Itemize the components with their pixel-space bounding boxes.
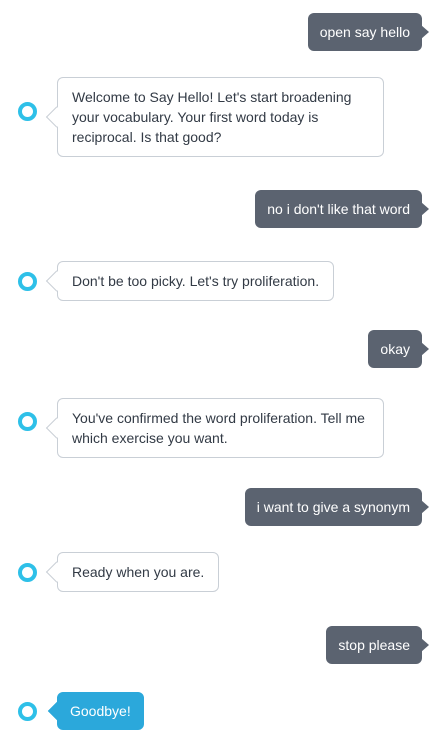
user-message-row: okay bbox=[368, 330, 422, 368]
alexa-message-bubble: Welcome to Say Hello! Let's start broade… bbox=[57, 77, 384, 157]
alexa-message-bubble: Ready when you are. bbox=[57, 552, 220, 592]
chat-transcript: open say hello Welcome to Say Hello! Let… bbox=[0, 0, 432, 736]
user-message-bubble: okay bbox=[368, 330, 422, 368]
user-message-bubble: open say hello bbox=[307, 13, 422, 51]
alexa-ring-icon bbox=[18, 101, 37, 121]
alexa-message-row: You've confirmed the word proliferation.… bbox=[18, 398, 384, 458]
user-message-row: stop please bbox=[326, 626, 422, 664]
alexa-message-bubble: You've confirmed the word proliferation.… bbox=[57, 398, 384, 458]
alexa-message-row: Don't be too picky. Let's try proliferat… bbox=[18, 261, 335, 301]
alexa-ring-icon bbox=[18, 701, 37, 721]
user-message-bubble: i want to give a synonym bbox=[244, 488, 422, 526]
alexa-ring-icon bbox=[18, 411, 37, 431]
alexa-final-message-bubble: Goodbye! bbox=[57, 692, 144, 730]
user-message-row: i want to give a synonym bbox=[244, 488, 422, 526]
user-message-row: no i don't like that word bbox=[255, 190, 422, 228]
alexa-message-row: Goodbye! bbox=[18, 692, 144, 730]
alexa-message-row: Ready when you are. bbox=[18, 552, 220, 592]
user-message-row: open say hello bbox=[307, 13, 422, 51]
alexa-ring-icon bbox=[18, 271, 37, 291]
alexa-message-bubble: Don't be too picky. Let's try proliferat… bbox=[57, 261, 335, 301]
user-message-bubble: stop please bbox=[326, 626, 422, 664]
alexa-ring-icon bbox=[18, 562, 37, 582]
user-message-bubble: no i don't like that word bbox=[255, 190, 422, 228]
alexa-message-row: Welcome to Say Hello! Let's start broade… bbox=[18, 77, 384, 157]
